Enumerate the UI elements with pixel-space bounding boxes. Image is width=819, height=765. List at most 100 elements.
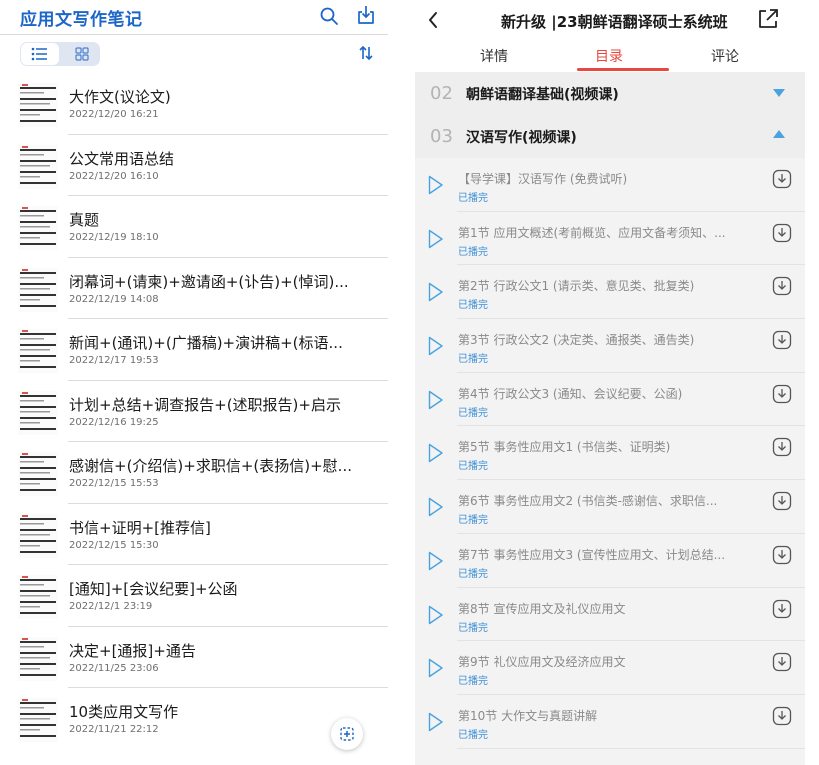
note-thumbnail (18, 636, 58, 681)
note-title: 公文常用语总结 (69, 149, 175, 168)
lesson-item[interactable]: 第10节 大作文与真题讲解 已播完 (415, 695, 805, 749)
lesson-status: 已播完 (458, 407, 488, 419)
search-icon[interactable] (319, 6, 339, 26)
note-item[interactable]: 感谢信+(介绍信)+求职信+(表扬信)+慰... 2022/12/15 15:53 (0, 442, 388, 504)
play-icon[interactable] (428, 336, 444, 356)
note-item[interactable]: [通知]+[会议纪要]+公函 2022/12/1 23:19 (0, 565, 388, 627)
lesson-item[interactable]: 第4节 行政公文3 (通知、会议纪要、公函) 已播完 (415, 373, 805, 427)
section-header[interactable]: 02 朝鲜语翻译基础(视频课) (415, 72, 805, 115)
note-item[interactable]: 计划+总结+调查报告+(述职报告)+启示 2022/12/16 19:25 (0, 381, 388, 443)
download-icon[interactable] (772, 599, 792, 619)
note-date: 2022/11/21 22:12 (69, 724, 159, 735)
tab-catalog[interactable]: 目录 (595, 46, 623, 66)
note-thumbnail (18, 83, 58, 127)
lesson-status: 已播完 (458, 568, 488, 580)
note-item[interactable]: 10类应用文写作 2022/11/21 22:12 (0, 688, 388, 750)
collapse-icon[interactable] (773, 130, 785, 138)
tab-comments[interactable]: 评论 (711, 46, 739, 66)
lesson-item[interactable]: 第6节 事务性应用文2 (书信类-感谢信、求职信... 已播完 (415, 480, 805, 534)
lesson-title: 第3节 行政公文2 (决定类、通报类、通告类) (458, 333, 695, 348)
course-header: 新升级 |23朝鲜语翻译硕士系统班 (415, 0, 805, 40)
note-title: 真题 (69, 211, 100, 229)
note-title: 10类应用文写作 (69, 703, 179, 721)
lesson-status: 已播完 (458, 676, 488, 688)
note-title: 决定+[通报]+通告 (69, 641, 196, 660)
note-item[interactable]: 决定+[通报]+通告 2022/11/25 23:06 (0, 627, 388, 689)
play-icon[interactable] (428, 282, 444, 302)
expand-icon[interactable] (773, 89, 785, 97)
play-icon[interactable] (428, 497, 444, 517)
play-icon[interactable] (428, 712, 444, 732)
active-tab-indicator (577, 68, 669, 71)
add-note-button[interactable] (331, 718, 363, 750)
note-item[interactable]: 书信+证明+[推荐信] 2022/12/15 15:30 (0, 504, 388, 566)
note-title: [通知]+[会议纪要]+公函 (69, 580, 238, 598)
notebook-title: 应用文写作笔记 (20, 10, 143, 30)
lesson-title: 第10节 大作文与真题讲解 (458, 708, 598, 723)
lesson-item[interactable]: 第8节 宣传应用文及礼仪应用文 已播完 (415, 588, 805, 642)
note-title: 闭幕词+(请柬)+邀请函+(讣告)+(悼词)... (69, 272, 349, 291)
lesson-status: 已播完 (458, 622, 488, 634)
section-header[interactable]: 03 汉语写作(视频课) (415, 115, 805, 158)
note-date: 2022/12/16 19:25 (69, 416, 159, 428)
note-date: 2022/12/19 18:10 (69, 232, 159, 243)
note-item[interactable]: 闭幕词+(请柬)+邀请函+(讣告)+(悼词)... 2022/12/19 14:0… (0, 258, 388, 320)
list-view-icon[interactable] (31, 46, 49, 62)
play-icon[interactable] (428, 229, 444, 249)
download-icon[interactable] (772, 545, 792, 565)
lesson-status: 已播完 (458, 246, 488, 258)
note-thumbnail (18, 452, 58, 496)
note-item[interactable]: 大作文(议论文) 2022/12/20 16:21 (0, 73, 388, 135)
notes-list: 大作文(议论文) 2022/12/20 16:21 公文常用语总结 2022/12/… (0, 73, 388, 750)
note-title: 大作文(议论文) (69, 88, 171, 106)
download-icon[interactable] (772, 437, 792, 457)
note-title: 书信+证明+[推荐信] (69, 518, 211, 537)
note-item[interactable]: 公文常用语总结 2022/12/20 16:10 (0, 135, 388, 197)
course-tabs: 详情 目录 评论 (415, 40, 805, 72)
sort-icon[interactable] (358, 45, 374, 61)
lesson-item[interactable]: 第7节 事务性应用文3 (宣传性应用文、计划总结... 已播完 (415, 534, 805, 588)
section-title: 朝鲜语翻译基础(视频课) (466, 87, 619, 103)
note-date: 2022/12/15 15:53 (69, 478, 159, 489)
tab-details[interactable]: 详情 (480, 46, 508, 66)
lesson-title: 第4节 行政公文3 (通知、会议纪要、公函) (458, 386, 683, 401)
download-icon[interactable] (772, 384, 792, 404)
back-icon[interactable] (427, 11, 439, 29)
download-icon[interactable] (772, 706, 792, 726)
share-icon[interactable] (756, 7, 780, 31)
download-icon[interactable] (772, 491, 792, 511)
lesson-status: 已播完 (458, 193, 488, 204)
note-thumbnail (18, 390, 58, 435)
lesson-item[interactable]: 第3节 行政公文2 (决定类、通报类、通告类) 已播完 (415, 319, 805, 373)
lesson-title: 第8节 宣传应用文及礼仪应用文 (458, 601, 626, 616)
download-icon[interactable] (772, 276, 792, 296)
play-icon[interactable] (428, 175, 444, 195)
note-thumbnail (18, 267, 58, 312)
grid-view-icon[interactable] (75, 47, 89, 61)
lesson-item[interactable]: 第2节 行政公文1 (请示类、意见类、批复类) 已播完 (415, 265, 805, 319)
download-icon[interactable] (772, 169, 792, 189)
download-icon[interactable] (772, 330, 792, 350)
note-item[interactable]: 真题 2022/12/19 18:10 (0, 196, 388, 258)
course-title: 新升级 |23朝鲜语翻译硕士系统班 (501, 13, 728, 31)
play-icon[interactable] (428, 658, 444, 678)
note-date: 2022/11/25 23:06 (69, 662, 159, 674)
play-icon[interactable] (428, 605, 444, 625)
share-icon[interactable] (355, 4, 377, 26)
play-icon[interactable] (428, 551, 444, 571)
lesson-list: 【导学课】汉语写作 (免费试听) 已播完 第1节 应用文概述(考前概览、应用文备考须… (415, 158, 805, 765)
lesson-item[interactable]: 第1节 应用文概述(考前概览、应用文备考须知、... 已播完 (415, 212, 805, 266)
lesson-item[interactable]: 第5节 事务性应用文1 (书信类、证明类) 已播完 (415, 426, 805, 480)
download-icon[interactable] (772, 223, 792, 243)
note-date: 2022/12/20 16:21 (69, 109, 159, 120)
note-thumbnail (18, 513, 58, 558)
notes-header: 应用文写作笔记 (0, 0, 388, 34)
note-thumbnail (18, 206, 58, 250)
lesson-item[interactable]: 【导学课】汉语写作 (免费试听) 已播完 (415, 158, 805, 212)
play-icon[interactable] (428, 443, 444, 463)
download-icon[interactable] (772, 652, 792, 672)
lesson-item[interactable]: 第9节 礼仪应用文及经济应用文 已播完 (415, 641, 805, 695)
lesson-status: 已播完 (458, 729, 488, 741)
note-item[interactable]: 新闻+(通讯)+(广播稿)+演讲稿+(标语... 2022/12/17 19:53 (0, 319, 388, 381)
play-icon[interactable] (428, 390, 444, 410)
